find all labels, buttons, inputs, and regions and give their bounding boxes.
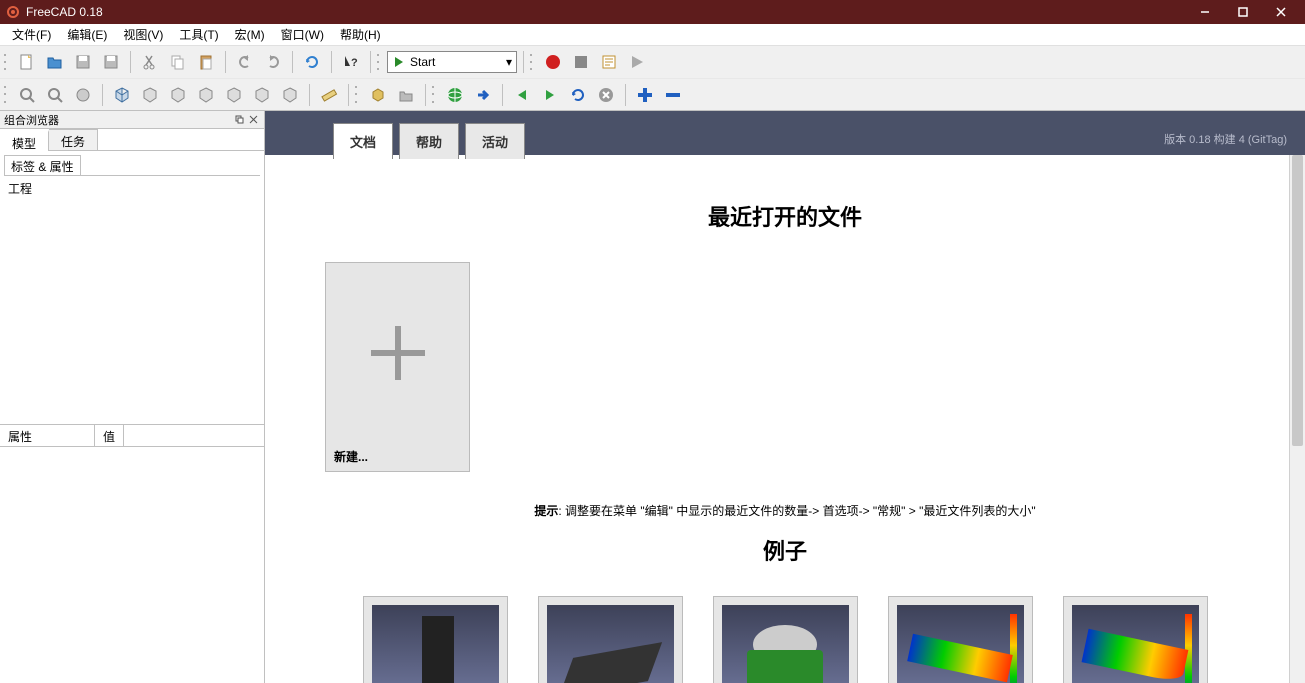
panel-tab-model[interactable]: 模型 (0, 130, 49, 151)
panel-tab-tasks[interactable]: 任务 (49, 129, 98, 150)
zoom-in-button[interactable] (632, 82, 658, 108)
view-front-button[interactable] (137, 82, 163, 108)
titlebar: FreeCAD 0.18 (0, 0, 1305, 24)
view-rear-button[interactable] (221, 82, 247, 108)
section-title-examples: 例子 (325, 534, 1245, 566)
toolbar-grip-icon[interactable] (4, 84, 10, 106)
macro-stop-button[interactable] (568, 49, 594, 75)
toolbars: ? Start ▾ (0, 46, 1305, 111)
save-as-button[interactable] (98, 49, 124, 75)
menubar: 文件(F) 编辑(E) 视图(V) 工具(T) 宏(M) 窗口(W) 帮助(H) (0, 24, 1305, 46)
example-card[interactable] (713, 596, 858, 683)
menu-tools[interactable]: 工具(T) (171, 24, 226, 45)
view-bottom-button[interactable] (249, 82, 275, 108)
view-left-button[interactable] (277, 82, 303, 108)
menu-edit[interactable]: 编辑(E) (59, 24, 115, 45)
window-close-button[interactable] (1263, 0, 1299, 24)
play-icon (392, 55, 406, 69)
tree-tab-labels[interactable]: 标签 & 属性 (4, 155, 81, 175)
toolbar-grip-icon[interactable] (432, 84, 438, 106)
main-view: 文档 帮助 活动 版本 0.18 构建 4 (GitTag) 最近打开的文件 新… (265, 111, 1305, 683)
example-thumbnail-icon (1072, 605, 1199, 683)
toolbar-grip-icon[interactable] (530, 51, 536, 73)
prop-header-attribute[interactable]: 属性 (0, 425, 95, 446)
macro-edit-button[interactable] (596, 49, 622, 75)
toolbar-grip-icon[interactable] (355, 84, 361, 106)
plus-icon (363, 318, 433, 388)
new-file-card[interactable]: 新建... (325, 262, 470, 472)
panel-title: 组合浏览器 (4, 112, 59, 128)
macro-play-button[interactable] (624, 49, 650, 75)
undo-button[interactable] (232, 49, 258, 75)
copy-button[interactable] (165, 49, 191, 75)
view-right-button[interactable] (193, 82, 219, 108)
svg-text:?: ? (351, 57, 358, 69)
zoom-selection-button[interactable] (42, 82, 68, 108)
app-logo-icon (6, 5, 20, 19)
cut-button[interactable] (137, 49, 163, 75)
nav-refresh-button[interactable] (565, 82, 591, 108)
new-file-button[interactable] (14, 49, 40, 75)
view-isometric-button[interactable] (109, 82, 135, 108)
menu-file[interactable]: 文件(F) (4, 24, 59, 45)
save-button[interactable] (70, 49, 96, 75)
scrollbar-thumb[interactable] (1292, 155, 1303, 446)
example-thumbnail-icon (372, 605, 499, 683)
property-view: 属性 值 (0, 424, 264, 683)
toolbar-grip-icon[interactable] (377, 51, 383, 73)
panel-close-button[interactable] (246, 113, 260, 127)
vertical-scrollbar[interactable] (1289, 155, 1305, 683)
paste-button[interactable] (193, 49, 219, 75)
example-card[interactable] (1063, 596, 1208, 683)
example-thumbnail-icon (722, 605, 849, 683)
macro-record-button[interactable] (540, 49, 566, 75)
example-thumbnail-icon (897, 605, 1024, 683)
combo-view-panel: 组合浏览器 模型 任务 标签 & 属性 工程 属性 值 (0, 111, 265, 683)
section-title-recent: 最近打开的文件 (325, 200, 1245, 232)
workbench-selected-label: Start (410, 55, 435, 69)
example-card[interactable] (888, 596, 1033, 683)
workbench-selector[interactable]: Start ▾ (387, 51, 517, 73)
menu-window[interactable]: 窗口(W) (273, 24, 332, 45)
toolbar-grip-icon[interactable] (4, 51, 10, 73)
part-button[interactable] (365, 82, 391, 108)
refresh-button[interactable] (299, 49, 325, 75)
dropdown-arrow-icon: ▾ (506, 55, 512, 69)
web-home-button[interactable] (442, 82, 468, 108)
example-card[interactable] (363, 596, 508, 683)
new-file-label: 新建... (326, 442, 469, 471)
tip-text: 提示: 调整要在菜单 "编辑" 中显示的最近文件的数量-> 首选项-> "常规"… (325, 502, 1245, 519)
window-maximize-button[interactable] (1225, 0, 1261, 24)
nav-stop-button[interactable] (593, 82, 619, 108)
measure-button[interactable] (316, 82, 342, 108)
web-forward-button[interactable] (470, 82, 496, 108)
window-minimize-button[interactable] (1187, 0, 1223, 24)
draw-style-button[interactable] (70, 82, 96, 108)
open-file-button[interactable] (42, 49, 68, 75)
zoom-out-button[interactable] (660, 82, 686, 108)
nav-forward-button[interactable] (537, 82, 563, 108)
panel-undock-button[interactable] (232, 113, 246, 127)
window-title: FreeCAD 0.18 (26, 5, 1187, 19)
menu-view[interactable]: 视图(V) (115, 24, 171, 45)
menu-help[interactable]: 帮助(H) (332, 24, 389, 45)
prop-header-value[interactable]: 值 (95, 425, 124, 446)
start-tab-activity[interactable]: 活动 (465, 123, 525, 159)
version-label: 版本 0.18 构建 4 (GitTag) (1164, 131, 1287, 147)
start-tab-help[interactable]: 帮助 (399, 123, 459, 159)
redo-button[interactable] (260, 49, 286, 75)
start-tab-documents[interactable]: 文档 (333, 123, 393, 159)
start-page: 最近打开的文件 新建... 提示: 调整要在菜单 "编辑" 中显示的最近文件的数… (265, 155, 1305, 683)
tree-root-item[interactable]: 工程 (8, 180, 256, 197)
menu-macro[interactable]: 宏(M) (227, 24, 273, 45)
example-thumbnail-icon (547, 605, 674, 683)
zoom-fit-button[interactable] (14, 82, 40, 108)
nav-back-button[interactable] (509, 82, 535, 108)
view-top-button[interactable] (165, 82, 191, 108)
whats-this-button[interactable]: ? (338, 49, 364, 75)
example-card[interactable] (538, 596, 683, 683)
group-button[interactable] (393, 82, 419, 108)
